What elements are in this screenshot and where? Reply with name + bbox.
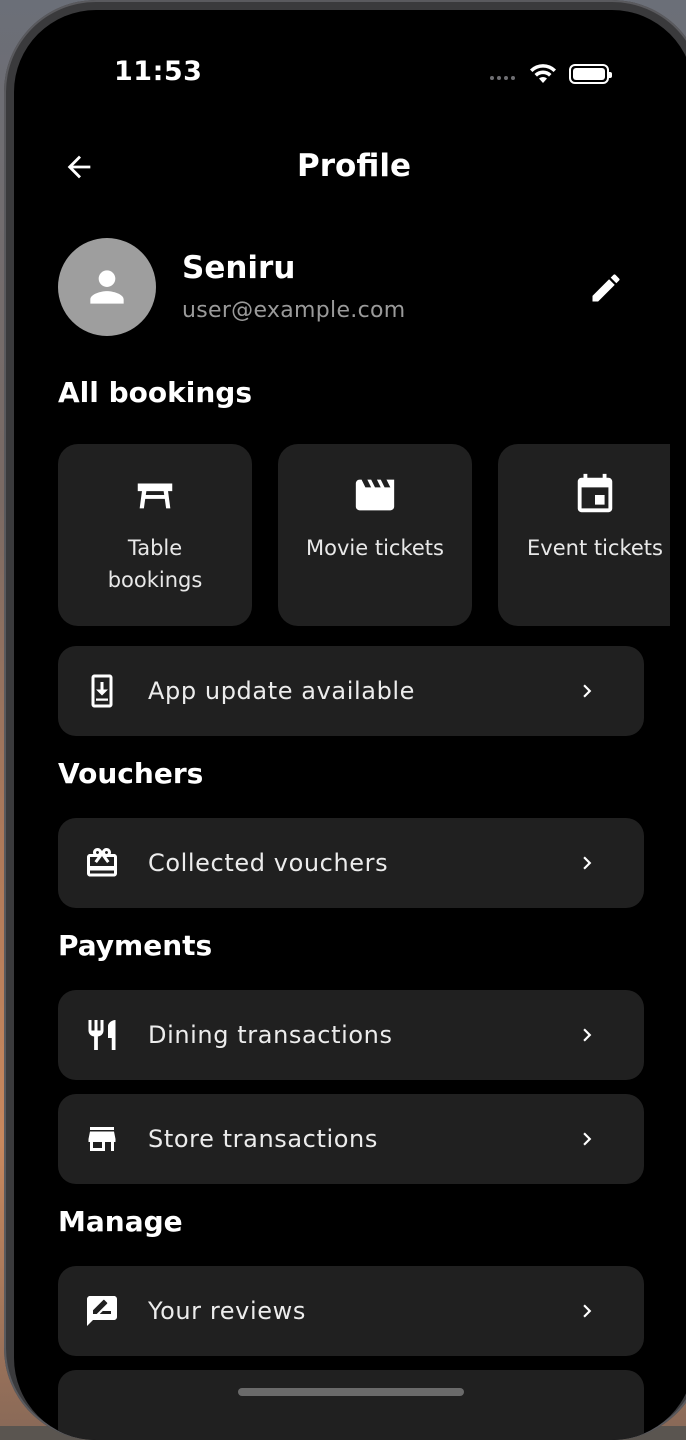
gift-card-icon bbox=[87, 848, 117, 877]
calendar-event-icon bbox=[577, 473, 613, 513]
row-label: App update available bbox=[148, 677, 416, 705]
booking-tiles: Table bookings Movie tickets Event ticke… bbox=[58, 444, 670, 626]
user-name: Seniru bbox=[182, 250, 296, 286]
tile-label: Event tickets bbox=[527, 536, 663, 560]
app-screen: 11:53 Profile Seniru user@example.com Al… bbox=[14, 10, 686, 1440]
edit-pencil-icon[interactable] bbox=[588, 270, 624, 306]
row-label: Store transactions bbox=[148, 1125, 378, 1153]
your-reviews-row[interactable]: Your reviews bbox=[58, 1266, 644, 1356]
tile-table-bookings[interactable]: Table bookings bbox=[58, 444, 252, 626]
home-indicator[interactable] bbox=[238, 1388, 464, 1396]
phone-download-icon bbox=[91, 674, 113, 708]
row-label: Your reviews bbox=[148, 1297, 306, 1325]
chevron-right-icon bbox=[583, 1132, 592, 1146]
app-update-row[interactable]: App update available bbox=[58, 646, 644, 736]
chevron-right-icon bbox=[583, 684, 592, 698]
status-icons bbox=[490, 62, 612, 86]
row-label: Dining transactions bbox=[148, 1021, 393, 1049]
movie-clapper-icon bbox=[355, 479, 395, 511]
rate-review-icon bbox=[87, 1296, 117, 1326]
list-item[interactable] bbox=[58, 1370, 644, 1440]
avatar[interactable] bbox=[58, 238, 156, 336]
chevron-right-icon bbox=[583, 1304, 592, 1318]
battery-icon bbox=[569, 64, 612, 84]
user-email: user@example.com bbox=[182, 298, 406, 323]
wifi-icon bbox=[530, 64, 556, 83]
page-title: Profile bbox=[297, 148, 411, 184]
section-title-payments: Payments bbox=[58, 929, 213, 962]
chevron-right-icon bbox=[583, 1028, 592, 1042]
collected-vouchers-row[interactable]: Collected vouchers bbox=[58, 818, 644, 908]
table-icon bbox=[137, 483, 173, 509]
chevron-right-icon bbox=[583, 856, 592, 870]
person-icon bbox=[90, 270, 124, 304]
tile-label: Table bookings bbox=[107, 536, 203, 592]
tile-label: Movie tickets bbox=[306, 536, 444, 560]
row-label: Collected vouchers bbox=[148, 849, 389, 877]
section-title-vouchers: Vouchers bbox=[58, 757, 204, 790]
store-transactions-row[interactable]: Store transactions bbox=[58, 1094, 644, 1184]
status-time: 11:53 bbox=[114, 56, 203, 87]
storefront-icon bbox=[88, 1127, 116, 1151]
section-title-bookings: All bookings bbox=[58, 376, 252, 409]
tile-movie-tickets[interactable]: Movie tickets bbox=[278, 444, 472, 626]
section-title-manage: Manage bbox=[58, 1205, 183, 1238]
dining-transactions-row[interactable]: Dining transactions bbox=[58, 990, 644, 1080]
signal-icon bbox=[490, 76, 515, 80]
fork-knife-icon bbox=[88, 1020, 116, 1050]
tile-event-tickets[interactable]: Event tickets bbox=[498, 444, 670, 626]
